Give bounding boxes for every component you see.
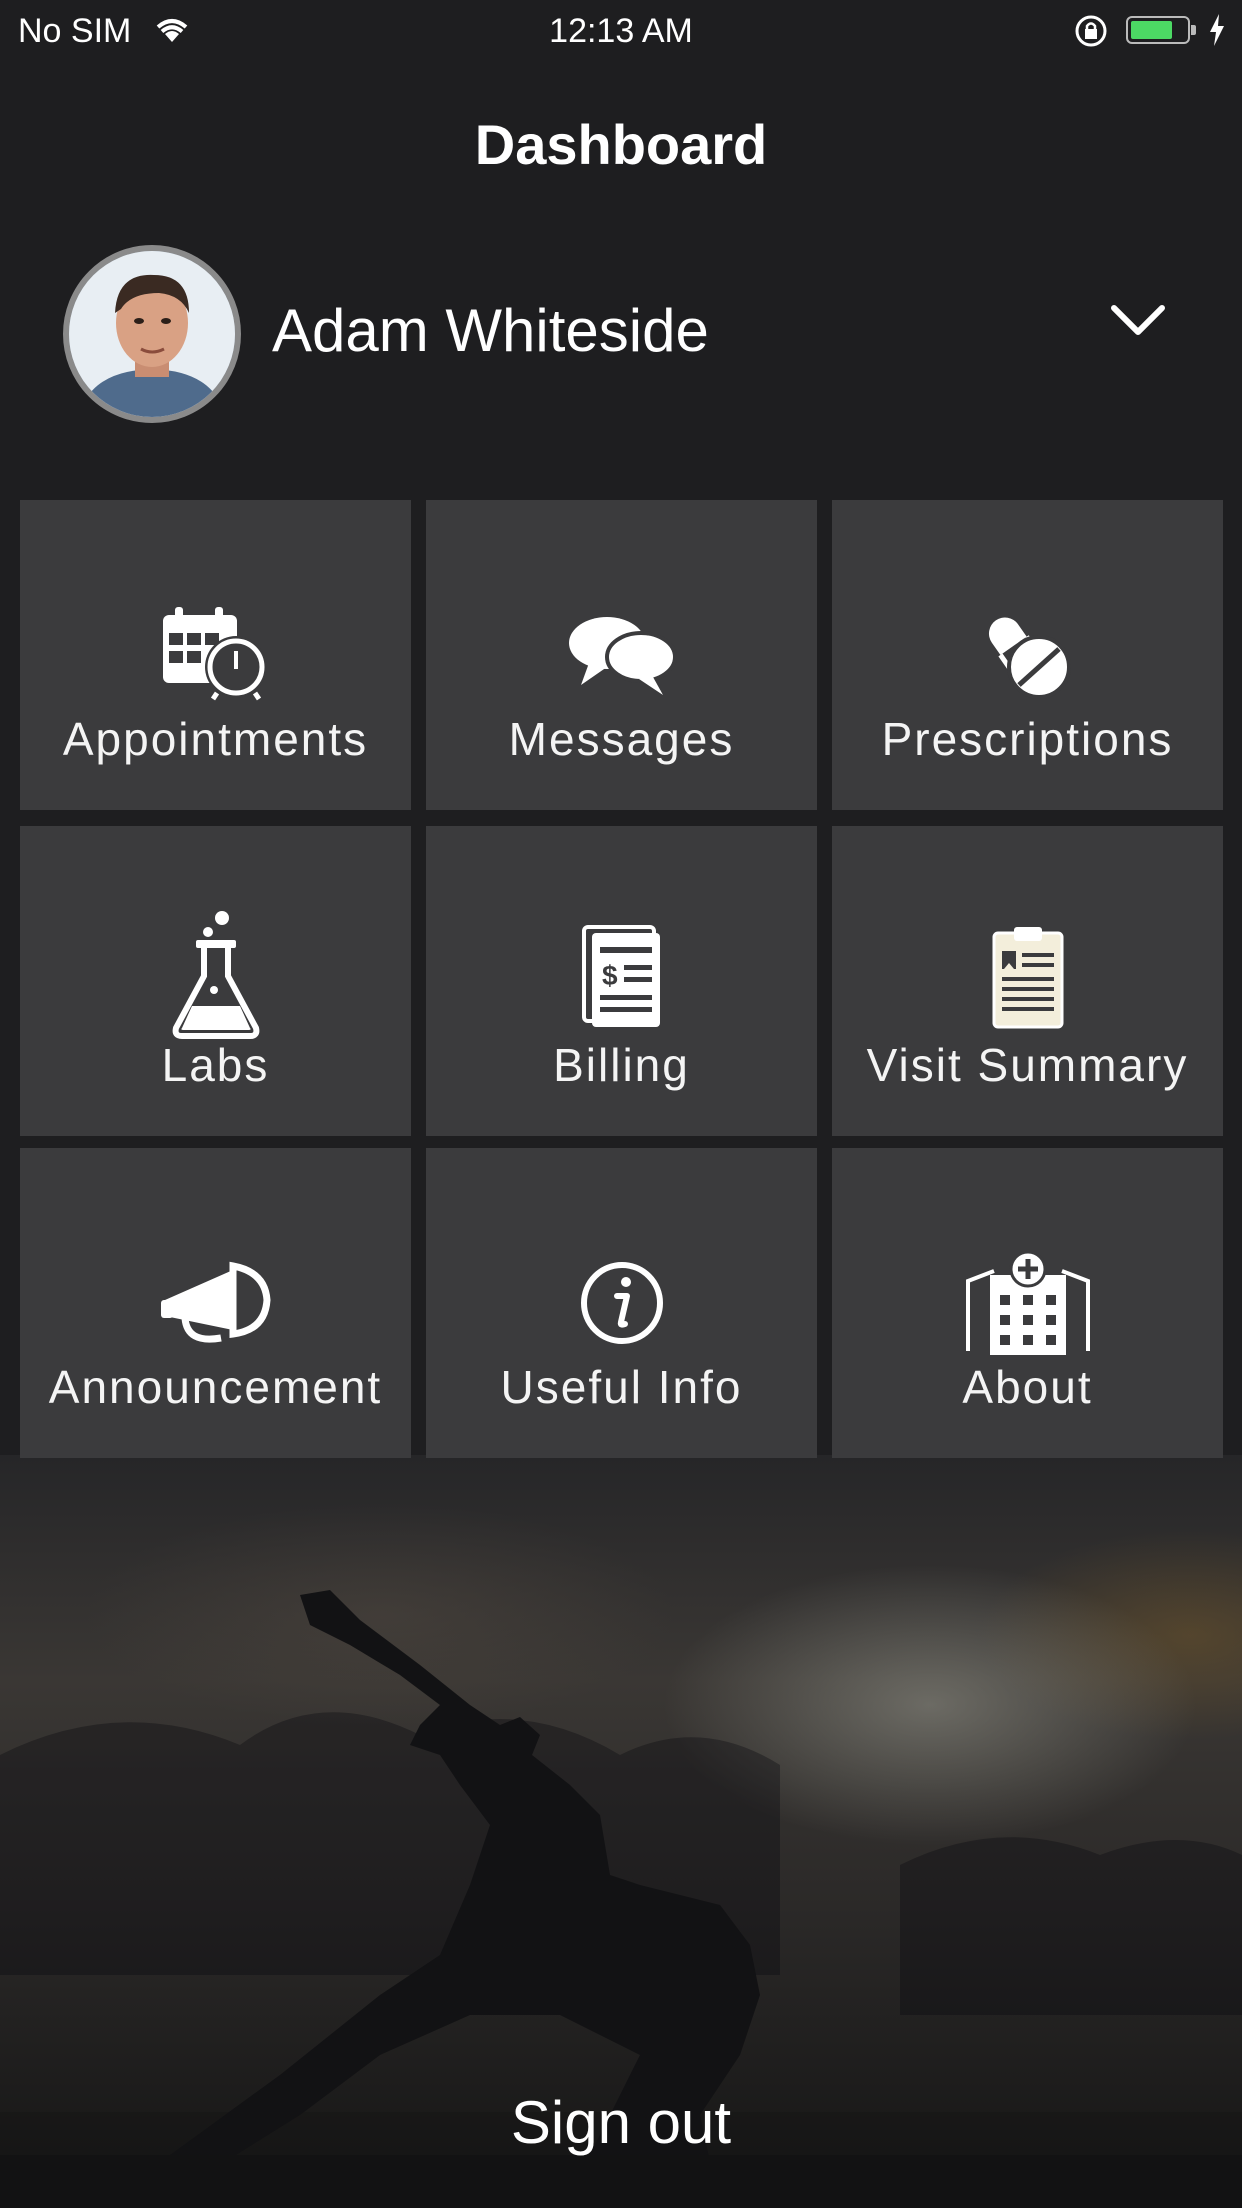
profile-selector[interactable]: Adam Whiteside (0, 240, 1242, 430)
tile-messages[interactable]: Messages (426, 500, 817, 810)
avatar[interactable] (63, 245, 241, 423)
status-bar: No SIM 12:13 AM (0, 0, 1242, 62)
tile-label: About (962, 1361, 1093, 1413)
tile-billing[interactable]: $ Billing (426, 826, 817, 1136)
chevron-down-icon[interactable] (1110, 302, 1166, 343)
user-name: Adam Whiteside (272, 297, 709, 364)
tile-label: Messages (508, 713, 735, 765)
tile-prescriptions[interactable]: Prescriptions (832, 500, 1223, 810)
charging-bolt-icon (1208, 14, 1226, 55)
tile-useful-info[interactable]: Useful Info (426, 1148, 817, 1458)
tile-label: Appointments (62, 713, 369, 765)
page-title: Dashboard (474, 113, 768, 176)
sign-out-button[interactable]: Sign out (0, 2088, 1242, 2157)
calendar-clock-icon (20, 600, 411, 710)
megaphone-icon (20, 1248, 411, 1358)
flask-icon (20, 910, 411, 1040)
tile-label: Billing (553, 1039, 690, 1091)
hospital-icon (832, 1248, 1223, 1358)
pills-icon (832, 600, 1223, 710)
tile-label: Labs (161, 1039, 270, 1091)
clipboard-icon (832, 922, 1223, 1032)
info-icon (426, 1248, 817, 1358)
bill-icon: $ (426, 922, 817, 1032)
tile-labs[interactable]: Labs (20, 826, 411, 1136)
tile-label: Visit Summary (866, 1039, 1189, 1091)
tile-visit-summary[interactable]: Visit Summary (832, 826, 1223, 1136)
tile-label: Prescriptions (881, 713, 1174, 765)
battery-icon (1126, 16, 1196, 44)
tile-about[interactable]: About (832, 1148, 1223, 1458)
tile-label: Useful Info (500, 1361, 743, 1413)
tile-label: Announcement (48, 1361, 383, 1413)
chat-bubbles-icon (426, 600, 817, 710)
tile-appointments[interactable]: Appointments (20, 500, 411, 810)
tile-announcement[interactable]: Announcement (20, 1148, 411, 1458)
svg-text:$: $ (602, 960, 618, 991)
clock-label: 12:13 AM (549, 12, 693, 50)
rotation-lock-icon (1074, 14, 1108, 57)
